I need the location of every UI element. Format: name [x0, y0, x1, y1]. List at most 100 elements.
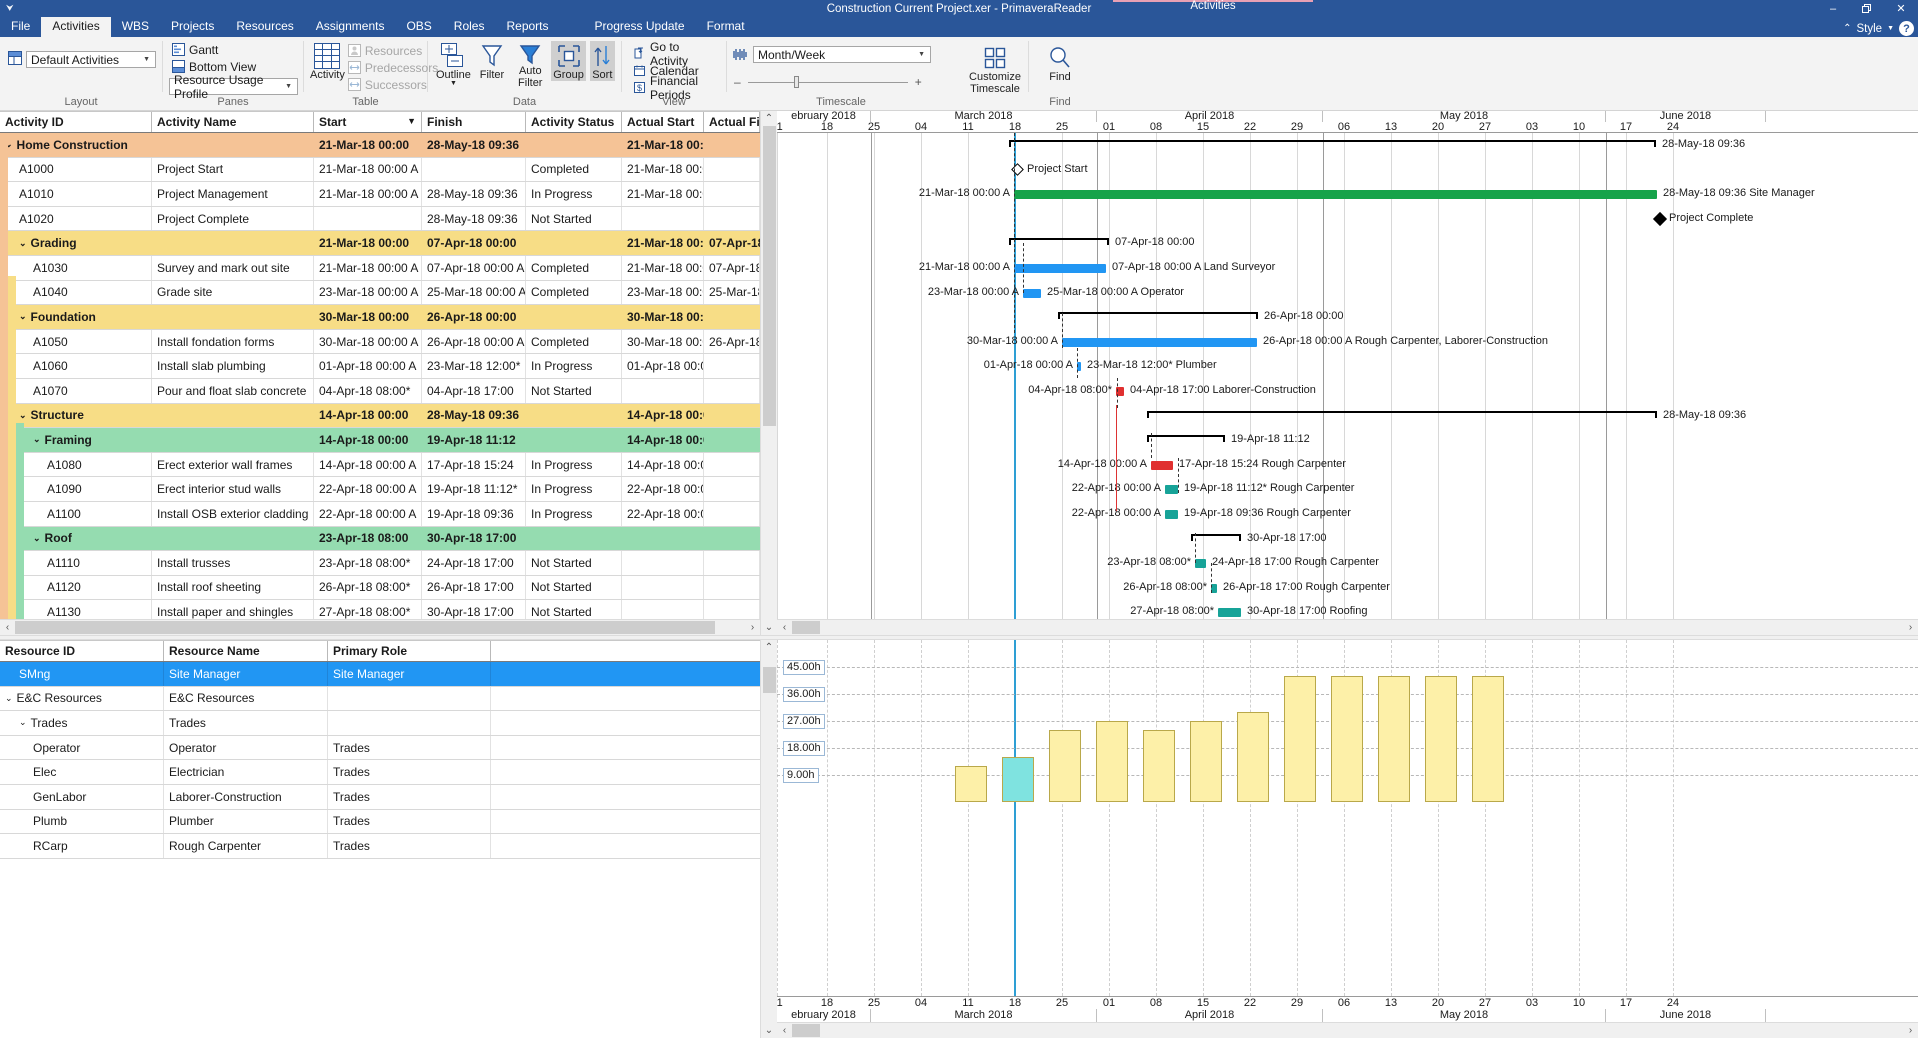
- customize-timescale-button[interactable]: Customize Timescale: [968, 43, 1022, 95]
- gantt-bar[interactable]: [1195, 559, 1206, 569]
- activity-col-header-4[interactable]: Activity Status: [526, 112, 622, 132]
- resource-table-vscrollbar[interactable]: ⌃ ⌄: [760, 640, 777, 1038]
- histogram-bar[interactable]: [1378, 676, 1410, 802]
- activity-group-row[interactable]: ⌄ Structure 14-Apr-18 00:00 28-May-18 09:36…: [0, 403, 760, 429]
- quick-access-toolbar[interactable]: ⮟: [0, 3, 14, 14]
- chevron-down-icon[interactable]: ⌄: [5, 139, 13, 150]
- sort-descending-icon[interactable]: ▼: [407, 116, 416, 126]
- tab-format[interactable]: Format: [696, 17, 756, 37]
- hscroll-track[interactable]: [792, 1023, 1903, 1038]
- histogram-bar[interactable]: [1237, 712, 1269, 802]
- tab-file[interactable]: File: [0, 17, 41, 37]
- histogram-bar[interactable]: [1284, 676, 1316, 802]
- resource-row[interactable]: Elec Electrician Trades: [0, 760, 760, 785]
- activity-table-hscrollbar[interactable]: ‹ ›: [0, 619, 760, 635]
- filter-button[interactable]: Filter: [475, 41, 509, 81]
- gantt-toggle[interactable]: Gantt: [169, 41, 221, 58]
- bottom-view-combo[interactable]: Resource Usage Profile ▼: [169, 73, 298, 101]
- activity-col-header-6[interactable]: Actual Finish: [704, 112, 760, 132]
- activity-group-row[interactable]: ⌄ Grading 21-Mar-18 00:00 07-Apr-18 00:00 21…: [0, 231, 760, 256]
- tab-reports[interactable]: Reports: [495, 17, 559, 37]
- vscroll-track[interactable]: [761, 655, 778, 1023]
- vscroll-thumb[interactable]: [762, 667, 776, 693]
- scroll-left-icon[interactable]: ‹: [777, 622, 792, 633]
- histogram-bar[interactable]: [1049, 730, 1081, 802]
- scroll-left-icon[interactable]: ‹: [777, 1025, 792, 1036]
- gantt-body[interactable]: 28-May-18 09:36 Project Start 21-Mar-18 00…: [777, 133, 1918, 619]
- gantt-bar[interactable]: [1062, 337, 1257, 347]
- activity-button[interactable]: Activity: [310, 41, 345, 81]
- gantt-summary-bar[interactable]: [1058, 312, 1258, 320]
- outline-chevron-down-icon[interactable]: ▼: [450, 80, 457, 87]
- hscroll-thumb[interactable]: [15, 620, 715, 634]
- scroll-right-icon[interactable]: ›: [1903, 622, 1918, 633]
- chevron-down-icon[interactable]: ⌄: [33, 533, 41, 544]
- histogram-hscrollbar[interactable]: ‹ ›: [777, 1022, 1918, 1038]
- timescale-combo[interactable]: Month/Week ▼: [753, 46, 931, 63]
- tab-wbs[interactable]: WBS: [111, 17, 160, 37]
- activity-row[interactable]: A1010 Project Management 21-Mar-18 00:00 A…: [0, 182, 760, 207]
- tab-assignments[interactable]: Assignments: [305, 17, 396, 37]
- chevron-down-icon[interactable]: ▼: [918, 51, 928, 58]
- histogram-bar[interactable]: [1331, 676, 1363, 802]
- chevron-down-icon[interactable]: ⌄: [5, 693, 13, 704]
- gantt-bar[interactable]: [1165, 510, 1178, 519]
- outline-button[interactable]: Outline ▼: [436, 41, 471, 87]
- activity-row[interactable]: A1030 Survey and mark out site 21-Mar-18 0…: [0, 255, 760, 281]
- activity-row[interactable]: A1080 Erect exterior wall frames 14-Apr-18…: [0, 452, 760, 478]
- zoom-out-label[interactable]: –: [734, 75, 741, 89]
- histogram-bar[interactable]: [1190, 721, 1222, 802]
- auto-filter-button[interactable]: Auto Filter: [513, 41, 547, 89]
- chevron-down-icon[interactable]: ⌄: [19, 238, 27, 249]
- timescale-slider[interactable]: [747, 76, 908, 88]
- activity-table-vscrollbar[interactable]: ⌃ ⌄: [760, 111, 777, 635]
- resource-row[interactable]: ⌄ Trades Trades: [0, 711, 760, 736]
- activity-row[interactable]: A1130 Install paper and shingles 27-Apr-18…: [0, 600, 760, 619]
- scroll-left-icon[interactable]: ‹: [0, 622, 15, 633]
- chevron-down-icon[interactable]: ▼: [143, 56, 153, 63]
- activity-col-header-1[interactable]: Activity Name: [152, 112, 314, 132]
- restore-button[interactable]: [1850, 0, 1884, 17]
- gantt-summary-bar[interactable]: [1147, 435, 1225, 443]
- activity-row[interactable]: A1020 Project Complete 28-May-18 09:36 Not …: [0, 206, 760, 232]
- histogram-bar[interactable]: [1425, 676, 1457, 802]
- activity-group-row[interactable]: ⌄ Foundation 30-Mar-18 00:00 26-Apr-18 00:0…: [0, 305, 760, 330]
- resource-col-header-1[interactable]: Resource Name: [164, 641, 328, 661]
- histogram-bar[interactable]: [1096, 721, 1128, 802]
- chevron-down-icon[interactable]: ⌄: [19, 717, 27, 728]
- scroll-up-icon[interactable]: ⌃: [765, 640, 773, 655]
- group-button[interactable]: Group: [551, 41, 586, 81]
- close-button[interactable]: ✕: [1884, 0, 1918, 17]
- scroll-down-icon[interactable]: ⌄: [765, 1023, 773, 1038]
- minimize-button[interactable]: –: [1816, 0, 1850, 17]
- tab-projects[interactable]: Projects: [160, 17, 225, 37]
- hscroll-thumb[interactable]: [792, 1023, 820, 1037]
- histogram-bar[interactable]: [1002, 757, 1034, 802]
- gantt-summary-bar[interactable]: [1009, 140, 1656, 147]
- histogram-bar[interactable]: [1472, 676, 1504, 802]
- activity-row[interactable]: A1120 Install roof sheeting 26-Apr-18 08:0…: [0, 575, 760, 601]
- gantt-bar[interactable]: [1023, 288, 1041, 298]
- financial-periods-button[interactable]: $ Financial Periods: [630, 74, 720, 102]
- resource-row[interactable]: Plumb Plumber Trades: [0, 809, 760, 835]
- activity-col-header-2[interactable]: Start ▼: [314, 112, 422, 132]
- histogram-bar[interactable]: [1143, 730, 1175, 802]
- activity-row[interactable]: A1070 Pour and float slab concrete 04-Apr-…: [0, 378, 760, 404]
- scroll-right-icon[interactable]: ›: [1903, 1025, 1918, 1036]
- gantt-summary-bar[interactable]: [1147, 410, 1657, 418]
- hscroll-track[interactable]: [15, 620, 745, 636]
- tab-activities[interactable]: Activities: [41, 17, 111, 37]
- tab-roles[interactable]: Roles: [443, 17, 496, 37]
- qat-caret-icon[interactable]: ⮟: [6, 3, 14, 14]
- sort-button[interactable]: Sort: [589, 41, 615, 81]
- gantt-bar[interactable]: [1151, 460, 1173, 470]
- chevron-down-icon[interactable]: ⌄: [19, 410, 27, 421]
- style-chevron-down-icon[interactable]: ▼: [1887, 25, 1894, 32]
- vscroll-thumb[interactable]: [762, 126, 776, 426]
- activity-col-header-5[interactable]: Actual Start: [622, 112, 704, 132]
- gantt-bar[interactable]: [1014, 190, 1657, 200]
- tab-obs[interactable]: OBS: [395, 17, 442, 37]
- activity-group-row[interactable]: ⌄ Framing 14-Apr-18 00:00 19-Apr-18 11:12 14…: [0, 428, 760, 453]
- go-to-activity-button[interactable]: Go to Activity: [630, 40, 720, 68]
- activity-row[interactable]: A1090 Erect interior stud walls 22-Apr-18 …: [0, 477, 760, 502]
